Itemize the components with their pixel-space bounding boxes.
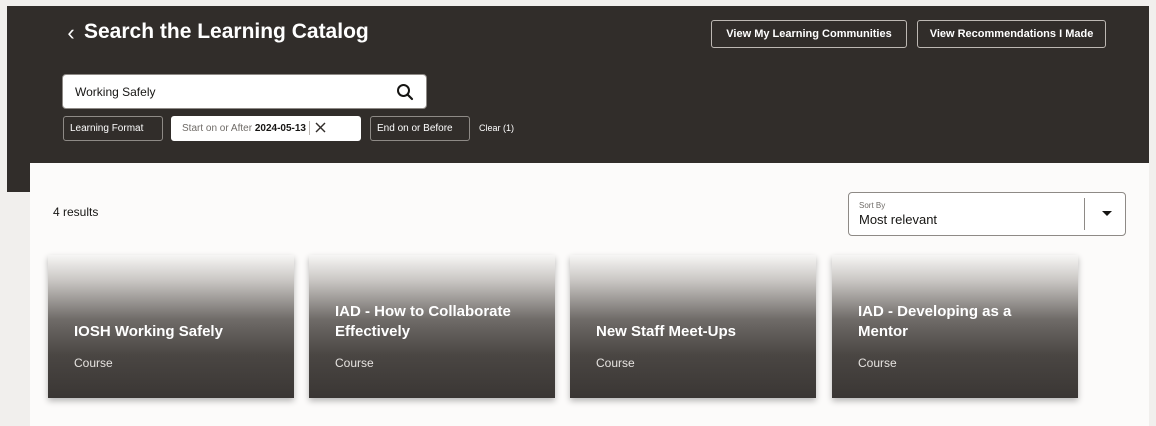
close-icon[interactable]	[314, 121, 327, 134]
caret-down-icon[interactable]	[1102, 211, 1112, 216]
course-title: IOSH Working Safely	[74, 323, 223, 340]
course-card[interactable]: IAD - How to Collaborate Effectively Cou…	[309, 255, 555, 398]
start-date-filter[interactable]: Start on or After 2024-05-13	[171, 116, 361, 141]
course-type: Course	[596, 356, 635, 370]
course-card[interactable]: IOSH Working Safely Course	[48, 255, 294, 398]
sort-value: Most relevant	[859, 212, 938, 227]
search-input[interactable]	[63, 75, 383, 108]
sort-label: Sort By	[859, 201, 886, 210]
search-icon[interactable]	[396, 83, 414, 101]
sort-divider	[1084, 198, 1085, 230]
course-card[interactable]: New Staff Meet-Ups Course	[570, 255, 816, 398]
start-date-label: Start on or After	[182, 123, 253, 134]
chevron-left-icon: ‹	[67, 20, 75, 45]
course-card[interactable]: IAD - Developing as a Mentor Course	[832, 255, 1078, 398]
course-title: New Staff Meet-Ups	[596, 323, 737, 340]
end-date-filter[interactable]: End on or Before	[370, 116, 470, 141]
clear-filters-link[interactable]: Clear (1)	[479, 121, 514, 135]
course-title: IAD - Developing as a Mentor	[858, 303, 1012, 340]
learning-format-filter[interactable]: Learning Format	[63, 116, 163, 141]
view-learning-communities-button[interactable]: View My Learning Communities	[711, 20, 907, 48]
course-type: Course	[335, 356, 374, 370]
view-recommendations-button[interactable]: View Recommendations I Made	[917, 20, 1106, 48]
search-field	[62, 74, 427, 109]
course-type: Course	[74, 356, 113, 370]
course-title: IAD - How to Collaborate Effectively	[335, 303, 511, 340]
sort-select[interactable]: Sort By Most relevant	[848, 192, 1126, 236]
start-date-value: 2024-05-13	[254, 123, 306, 134]
chip-divider	[308, 121, 310, 136]
back-button[interactable]: ‹	[60, 18, 82, 48]
page-title: Search the Learning Catalog	[84, 20, 369, 43]
course-type: Course	[858, 356, 897, 370]
results-count: 4 results	[53, 205, 99, 219]
